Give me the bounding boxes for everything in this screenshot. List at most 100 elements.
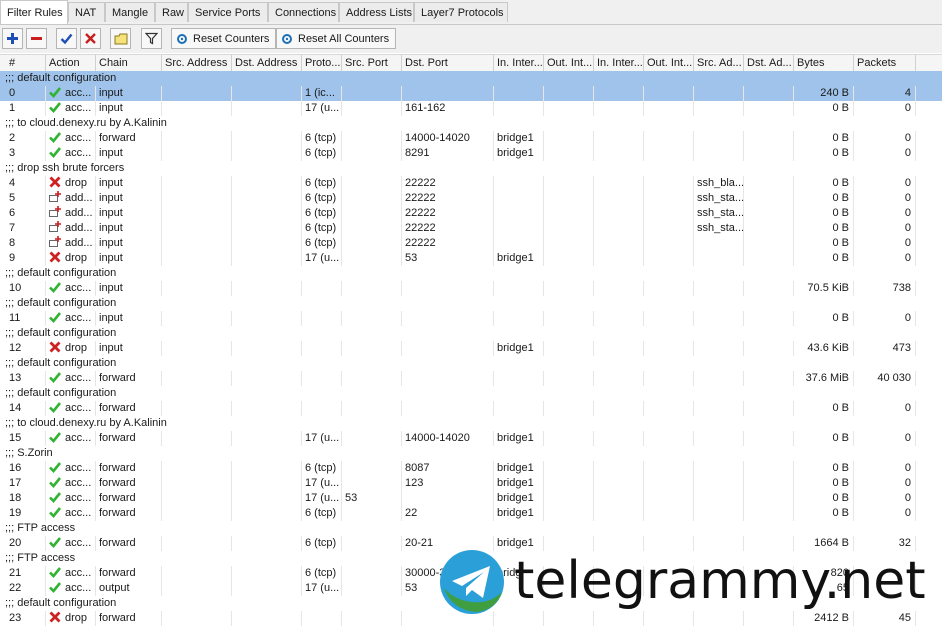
rule-row[interactable]: 11 acc... input 0 B0 (0, 311, 942, 326)
rule-row[interactable]: 18 acc... forward 17 (u... 53 bridge1 0 B0 (0, 491, 942, 506)
cell-dst-address (232, 86, 302, 101)
cell-out-interface-list (644, 221, 694, 236)
cell-out-interface (544, 476, 594, 491)
cell-in-interface-list (594, 236, 644, 251)
tab-connections[interactable]: Connections (268, 2, 339, 22)
rule-row[interactable]: 15 acc... forward 17 (u... 14000-14020 bridge… (0, 431, 942, 446)
cell-out-interface-list (644, 131, 694, 146)
cell-packets: 0 (854, 131, 916, 146)
column-header-packets[interactable]: Packets (854, 55, 916, 71)
cell-chain: input (96, 236, 162, 251)
rule-row[interactable]: 17 acc... forward 17 (u... 123 bridge1 0 B0 (0, 476, 942, 491)
comment-row[interactable]: ;;; default configuration (0, 296, 942, 311)
cell-action: acc... (46, 461, 96, 476)
column-header-in-interface-list[interactable]: In. Inter... (594, 55, 644, 71)
cell-bytes: 0 B (794, 206, 854, 221)
cell-num: 18 (0, 491, 46, 506)
column-header-action[interactable]: Action (46, 55, 96, 71)
reset-all-counters-button[interactable]: Reset All Counters (276, 28, 397, 49)
tab-raw[interactable]: Raw (155, 2, 188, 22)
rule-row[interactable]: 13 acc... forward 37.6 MiB 40 030 (0, 371, 942, 386)
rule-row[interactable]: 3 acc... input 6 (tcp) 8291 bridge1 0 B0 (0, 146, 942, 161)
column-header-dst-address-list[interactable]: Dst. Ad... (744, 55, 794, 71)
cell-src-port (342, 476, 402, 491)
cell-src-port (342, 281, 402, 296)
comment-row[interactable]: ;;; default configuration (0, 266, 942, 281)
rule-row[interactable]: 4 drop input 6 (tcp) 22222 ssh_bla... 0 B0 (0, 176, 942, 191)
action-label: add... (65, 222, 93, 234)
cell-chain: input (96, 341, 162, 356)
rule-row[interactable]: 10 acc... input 70.5 KiB 738 (0, 281, 942, 296)
tab-nat[interactable]: NAT (68, 2, 105, 22)
rule-row[interactable]: 12 drop input bridge1 43.6 KiB 473 (0, 341, 942, 356)
rule-row[interactable]: 0 acc... input 1 (ic... 240 B4 (0, 86, 942, 101)
comment-row[interactable]: ;;; default configuration (0, 326, 942, 341)
cell-src-address-list (694, 146, 744, 161)
column-header-src-address[interactable]: Src. Address (162, 55, 232, 71)
column-header-dst-port[interactable]: Dst. Port (402, 55, 494, 71)
action-icon (49, 611, 61, 623)
disable-rule-button[interactable] (80, 28, 101, 49)
cell-protocol (302, 371, 342, 386)
cell-action: acc... (46, 476, 96, 491)
enable-rule-button[interactable] (56, 28, 77, 49)
cell-src-address (162, 461, 232, 476)
tab-service-ports[interactable]: Service Ports (188, 2, 268, 22)
comment-row[interactable]: ;;; to cloud.denexy.ru by A.Kalinin (0, 416, 942, 431)
column-header-dst-address[interactable]: Dst. Address (232, 55, 302, 71)
comment-row[interactable]: ;;; default configuration (0, 356, 942, 371)
cell-dst-address-list (744, 476, 794, 491)
comment-row[interactable]: ;;; drop ssh brute forcers (0, 161, 942, 176)
column-header-chain[interactable]: Chain (96, 55, 162, 71)
rule-row[interactable]: 7 add... input 6 (tcp) 22222 ssh_sta... 0 B0 (0, 221, 942, 236)
rule-row[interactable]: 8 add... input 6 (tcp) 22222 0 B0 (0, 236, 942, 251)
rule-row[interactable]: 2 acc... forward 6 (tcp) 14000-14020 bridge1 0… (0, 131, 942, 146)
comment-button[interactable] (110, 28, 131, 49)
comment-row[interactable]: ;;; S.Zorin (0, 446, 942, 461)
action-icon (49, 491, 61, 503)
column-header-out-interface-list[interactable]: Out. Int... (644, 55, 694, 71)
rule-row[interactable]: 9 drop input 17 (u... 53 bridge1 0 B0 (0, 251, 942, 266)
filter-button[interactable] (141, 28, 162, 49)
cell-protocol: 17 (u... (302, 581, 342, 596)
cell-src-port (342, 611, 402, 626)
comment-row[interactable]: ;;; FTP access (0, 521, 942, 536)
comment-row[interactable]: ;;; default configuration (0, 386, 942, 401)
cell-in-interface (494, 221, 544, 236)
tab-address-lists[interactable]: Address Lists (339, 2, 414, 22)
cell-in-interface (494, 176, 544, 191)
column-header-num[interactable]: # (0, 55, 46, 71)
tab-layer7-protocols[interactable]: Layer7 Protocols (414, 2, 508, 22)
rule-row[interactable]: 14 acc... forward 0 B0 (0, 401, 942, 416)
column-header-in-interface[interactable]: In. Inter... (494, 55, 544, 71)
cell-protocol (302, 281, 342, 296)
tab-filter-rules[interactable]: Filter Rules (0, 0, 68, 24)
column-header-protocol[interactable]: Proto... (302, 55, 342, 71)
cell-src-address (162, 611, 232, 626)
cell-protocol: 6 (tcp) (302, 191, 342, 206)
column-header-bytes[interactable]: Bytes (794, 55, 854, 71)
reset-counters-button[interactable]: Reset Counters (171, 28, 277, 49)
remove-rule-button[interactable] (26, 28, 47, 49)
rule-row[interactable]: 1 acc... input 17 (u... 161-162 0 B0 (0, 101, 942, 116)
rule-row[interactable]: 16 acc... forward 6 (tcp) 8087 bridge1 0 B0 (0, 461, 942, 476)
cell-out-interface-list (644, 191, 694, 206)
rule-row[interactable]: 6 add... input 6 (tcp) 22222 ssh_sta... 0 B0 (0, 206, 942, 221)
cell-bytes: 0 B (794, 461, 854, 476)
add-rule-button[interactable] (2, 28, 23, 49)
cell-num: 9 (0, 251, 46, 266)
cell-in-interface: bridge1 (494, 461, 544, 476)
tab-mangle[interactable]: Mangle (105, 2, 155, 22)
comment-row[interactable]: ;;; to cloud.denexy.ru by A.Kalinin (0, 116, 942, 131)
cell-in-interface-list (594, 251, 644, 266)
column-header-src-address-list[interactable]: Src. Ad... (694, 55, 744, 71)
column-header-out-interface[interactable]: Out. Int... (544, 55, 594, 71)
rule-row[interactable]: 19 acc... forward 6 (tcp) 22 bridge1 0 B0 (0, 506, 942, 521)
column-header-src-port[interactable]: Src. Port (342, 55, 402, 71)
cell-dst-port: 8291 (402, 146, 494, 161)
rule-row[interactable]: 5 add... input 6 (tcp) 22222 ssh_sta... 0 B0 (0, 191, 942, 206)
cell-src-address-list (694, 236, 744, 251)
action-icon (49, 236, 61, 248)
comment-row[interactable]: ;;; default configuration (0, 71, 942, 86)
cell-src-address (162, 536, 232, 551)
